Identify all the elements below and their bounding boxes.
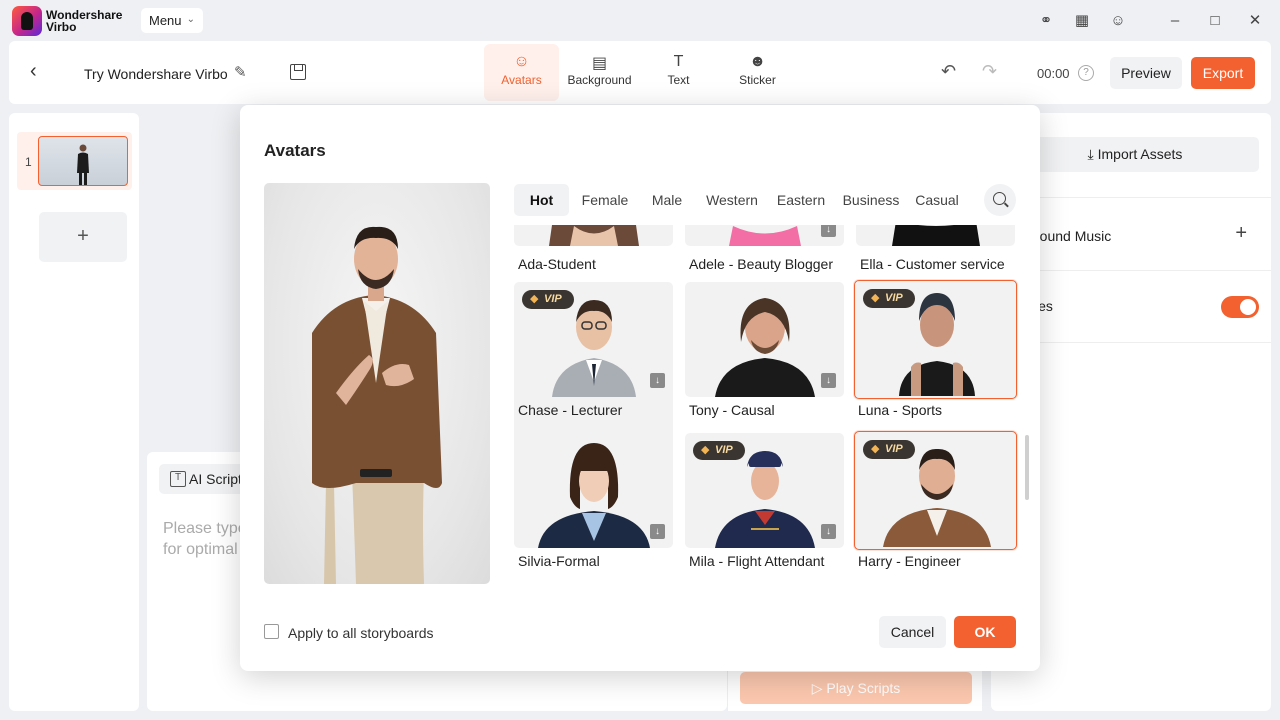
avatar-preview-image — [312, 226, 442, 584]
avatar-icon: ☺ — [513, 53, 530, 70]
avatar-name: Ada-Student — [518, 256, 596, 272]
preview-button[interactable]: Preview — [1110, 57, 1182, 89]
avatar-name: Mila - Flight Attendant — [689, 553, 825, 569]
avatar-thumbnail: ↓ — [685, 282, 844, 397]
vip-badge: VIP — [693, 441, 745, 460]
menu-button[interactable]: Menu ⌄ — [141, 8, 203, 33]
avatar-thumbnail — [856, 225, 1015, 246]
avatar-name: Silvia-Formal — [518, 553, 600, 569]
category-western[interactable]: Western — [698, 184, 766, 216]
tab-background[interactable]: ▤ Background — [562, 44, 637, 101]
brand-line2: Virbo — [46, 20, 77, 34]
edit-title-icon[interactable]: ✎ — [234, 63, 247, 81]
category-business[interactable]: Business — [837, 184, 905, 216]
timecode: 00:00 — [1037, 66, 1070, 81]
help-icon[interactable]: ? — [1078, 65, 1094, 81]
close-icon[interactable]: ✕ — [1245, 11, 1265, 31]
avatar-name: Luna - Sports — [858, 402, 943, 418]
play-scripts-label: Play Scripts — [826, 680, 901, 696]
chevron-down-icon: ⌄ — [186, 14, 195, 25]
add-music-button[interactable]: + — [1235, 222, 1247, 245]
avatar-figure-icon — [77, 144, 89, 185]
headset-icon[interactable]: ⚭ — [1036, 11, 1056, 31]
storyboard-thumbnail — [38, 136, 128, 186]
avatar-thumbnail: VIP — [854, 431, 1017, 550]
avatars-dialog: Avatars Hot Female Male Western Eastern … — [240, 105, 1040, 671]
user-icon[interactable]: ☺ — [1108, 11, 1128, 31]
download-icon[interactable]: ↓ — [821, 225, 836, 237]
vip-badge: VIP — [863, 289, 915, 308]
download-icon[interactable]: ↓ — [650, 373, 665, 388]
project-title: Try Wondershare Virbo — [84, 66, 228, 82]
avatar-image — [892, 225, 980, 246]
apply-all-label: Apply to all storyboards — [288, 625, 434, 641]
category-casual[interactable]: Casual — [911, 184, 963, 216]
cancel-button[interactable]: Cancel — [879, 616, 946, 648]
app-logo — [12, 6, 42, 36]
script-placeholder: Please type for optimal — [163, 518, 247, 560]
avatar-thumbnail: VIP ↓ — [685, 433, 844, 548]
apply-all-checkbox[interactable] — [264, 624, 279, 639]
avatar-thumbnail: ↓ — [685, 225, 844, 246]
back-icon[interactable]: ‹ — [30, 60, 37, 83]
tab-sticker[interactable]: ☻ Sticker — [720, 44, 795, 101]
avatar-thumbnail: VIP — [854, 280, 1017, 399]
tab-text-label: Text — [667, 73, 690, 87]
redo-icon[interactable]: ↷ — [982, 61, 997, 82]
tab-sticker-label: Sticker — [739, 73, 776, 87]
export-button[interactable]: Export — [1191, 57, 1255, 89]
category-hot[interactable]: Hot — [514, 184, 569, 216]
script-placeholder-line1: Please type — [163, 520, 247, 537]
tab-background-label: Background — [567, 73, 632, 87]
avatar-name: Ella - Customer service — [860, 256, 1005, 272]
minimize-icon[interactable]: – — [1165, 11, 1185, 31]
background-music-label: round Music — [1035, 228, 1112, 244]
subtitles-toggle[interactable] — [1221, 296, 1259, 318]
avatar-image — [549, 225, 639, 246]
vip-badge: VIP — [522, 290, 574, 309]
download-icon[interactable]: ↓ — [821, 524, 836, 539]
grid-apps-icon[interactable]: ▦ — [1072, 11, 1092, 31]
undo-icon[interactable]: ↶ — [941, 61, 956, 82]
avatar-preview — [264, 183, 490, 584]
text-icon: T — [673, 53, 684, 70]
avatar-thumbnail — [514, 225, 673, 246]
storyboard-panel: 1 + — [9, 113, 139, 711]
storyboard-number: 1 — [25, 155, 32, 169]
import-assets-button[interactable]: ⤓ Import Assets — [1011, 137, 1259, 172]
category-female[interactable]: Female — [575, 184, 635, 216]
dialog-title: Avatars — [264, 141, 326, 160]
menu-label: Menu — [149, 13, 182, 28]
avatar-name: Tony - Causal — [689, 402, 775, 418]
app-brand: Wondershare Virbo — [46, 9, 122, 33]
avatar-name: Adele - Beauty Blogger — [689, 256, 833, 272]
search-icon[interactable] — [984, 184, 1016, 216]
background-icon: ▤ — [591, 55, 608, 72]
script-placeholder-line2: for optimal — [163, 541, 238, 558]
import-assets-label: Import Assets — [1097, 146, 1183, 162]
tab-avatars[interactable]: ☺ Avatars — [484, 44, 559, 101]
category-eastern[interactable]: Eastern — [772, 184, 830, 216]
avatar-grid-scrollbar[interactable] — [1025, 435, 1029, 500]
maximize-icon[interactable]: □ — [1205, 11, 1225, 31]
add-storyboard-button[interactable]: + — [39, 212, 127, 262]
storyboard-item[interactable]: 1 — [17, 132, 132, 190]
play-scripts-button[interactable]: ▷ Play Scripts — [740, 672, 972, 704]
save-icon[interactable] — [290, 64, 306, 80]
download-icon[interactable]: ↓ — [650, 524, 665, 539]
avatar-thumbnail: VIP ↓ — [514, 282, 673, 397]
top-toolbar: ‹ Try Wondershare Virbo ✎ ☺ Avatars ▤ Ba… — [9, 41, 1271, 104]
ok-button[interactable]: OK — [954, 616, 1016, 648]
avatar-name: Harry - Engineer — [858, 553, 961, 569]
category-male[interactable]: Male — [644, 184, 690, 216]
sticker-icon: ☻ — [749, 53, 766, 70]
vip-badge: VIP — [863, 440, 915, 459]
title-bar: Wondershare Virbo Menu ⌄ ⚭ ▦ ☺ – □ ✕ — [0, 0, 1280, 42]
tab-text[interactable]: T Text — [641, 44, 716, 101]
avatar-name: Chase - Lecturer — [518, 402, 623, 418]
avatar-thumbnail: ↓ — [514, 433, 673, 548]
tab-avatars-label: Avatars — [501, 73, 542, 87]
download-icon[interactable]: ↓ — [821, 373, 836, 388]
